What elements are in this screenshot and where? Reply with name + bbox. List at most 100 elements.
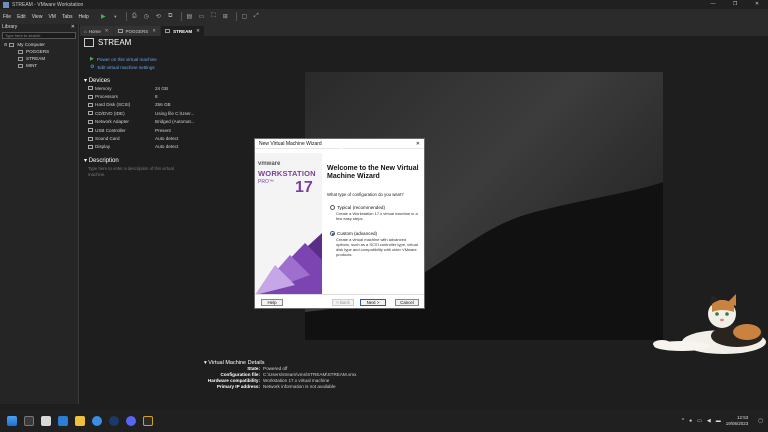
option-typical[interactable]: Typical (recommended) Create a Workstati… [330, 205, 420, 221]
menu-help[interactable]: Help [79, 14, 89, 20]
store-icon[interactable] [58, 416, 68, 426]
tab-close-icon[interactable]: ✕ [152, 28, 156, 34]
back-button[interactable]: < Back [332, 299, 354, 306]
device-name: Hard Disk (SCSI) [95, 102, 131, 108]
tree-item-poggers[interactable]: POGGERS [0, 48, 78, 55]
device-processors[interactable]: Processors 8 [82, 92, 200, 100]
display-icon [88, 144, 93, 149]
windows-start-icon[interactable] [7, 416, 17, 426]
power-on-link[interactable]: ▶ Power on this virtual machine [82, 55, 200, 63]
network-icon[interactable]: ▭ [697, 418, 702, 424]
device-value: Using file C:\User... [155, 110, 195, 116]
devices-header[interactable]: ▾ Devices [82, 77, 200, 84]
stretch-guest-icon[interactable]: ⤢ [252, 12, 261, 21]
search-icon[interactable] [24, 416, 34, 426]
vm-summary-pane: ▶ Power on this virtual machine ⚙ Edit v… [82, 55, 200, 177]
description-header[interactable]: ▾ Description [82, 157, 200, 164]
close-button[interactable]: ✕ [746, 0, 768, 9]
product-version: 17 [295, 179, 313, 196]
dialog-title: New Virtual Machine Wizard [259, 140, 322, 147]
device-value: 24 GB [155, 85, 169, 91]
library-close-icon[interactable]: ✕ [71, 24, 75, 31]
library-title: Library [2, 24, 18, 30]
discord-icon[interactable] [126, 416, 136, 426]
thumbnail-bar-icon[interactable]: ▭ [197, 12, 206, 21]
device-network[interactable]: Network Adapter Bridged (Automat... [82, 118, 200, 126]
clock-date: 19/06/2023 [725, 421, 749, 426]
show-library-icon[interactable]: ▤ [185, 12, 194, 21]
tab-close-icon[interactable]: ✕ [196, 28, 200, 34]
snapshot-manager-icon[interactable]: ⧉ [166, 12, 175, 21]
taskbar: ^ ● ▭ ◀ ▬ 12:53 19/06/2023 ▢ [0, 410, 768, 432]
chevron-down-icon[interactable]: ▼ [111, 12, 120, 21]
vmware-taskbar-icon[interactable] [143, 416, 153, 426]
snapshot-icon[interactable]: ◷ [142, 12, 151, 21]
device-cd-dvd[interactable]: CD/DVD (IDE) Using file C:\User... [82, 109, 200, 117]
notifications-icon[interactable]: ▢ [758, 418, 763, 424]
battery-icon[interactable]: ▬ [716, 418, 721, 424]
edit-settings-link[interactable]: ⚙ Edit virtual machine settings [82, 63, 200, 71]
menu-file[interactable]: File [3, 14, 11, 20]
menu-view[interactable]: View [32, 14, 43, 20]
clock[interactable]: 12:53 19/06/2023 [726, 415, 749, 427]
collapse-icon[interactable]: ⊟ [4, 42, 7, 47]
device-name: Processors [95, 94, 118, 100]
device-memory[interactable]: Memory 24 GB [82, 84, 200, 92]
menu-vm[interactable]: VM [48, 14, 56, 20]
unity-icon[interactable]: ⊞ [221, 12, 230, 21]
device-value: 8 [155, 94, 158, 100]
menu-tabs[interactable]: Tabs [62, 14, 73, 20]
browser-icon[interactable] [92, 416, 102, 426]
tab-close-icon[interactable]: ✕ [105, 28, 109, 34]
device-hard-disk[interactable]: Hard Disk (SCSI) 256 GB [82, 101, 200, 109]
cancel-button[interactable]: Cancel [395, 299, 419, 306]
tab-poggers[interactable]: POGGERS ✕ [113, 26, 161, 36]
dialog-close-icon[interactable]: ✕ [416, 141, 420, 147]
title-bar: STREAM - VMware Workstation — ❐ ✕ [0, 0, 768, 9]
full-screen-icon[interactable]: ⛶ [209, 12, 218, 21]
memory-icon [88, 86, 93, 91]
description-field[interactable]: Type here to enter a description of this… [82, 166, 182, 177]
detail-row: Primary IP address: Network information i… [204, 384, 664, 390]
tree-item-label: STREAM [26, 56, 46, 61]
show-hidden-icons-icon[interactable]: ^ [682, 418, 684, 424]
vmware-app-icon [3, 1, 9, 8]
help-button[interactable]: Help [261, 299, 283, 306]
device-display[interactable]: Display Auto detect [82, 143, 200, 151]
file-explorer-icon[interactable] [75, 416, 85, 426]
cat-webcam-overlay [653, 294, 766, 354]
send-ctrl-alt-del-icon[interactable]: ⎙ [130, 12, 139, 21]
next-button[interactable]: Next > [360, 299, 386, 306]
tree-item-stream[interactable]: STREAM [0, 55, 78, 62]
device-sound[interactable]: Sound Card Auto detect [82, 134, 200, 142]
option-custom[interactable]: Custom (advanced) Create a virtual machi… [330, 231, 420, 257]
library-search-input[interactable]: Type here to search [2, 32, 76, 39]
banner-graphic [255, 233, 322, 295]
microphone-icon[interactable]: ● [689, 418, 692, 424]
menu-edit[interactable]: Edit [17, 14, 26, 20]
radio-custom[interactable] [330, 231, 335, 236]
revert-snapshot-icon[interactable]: ⟲ [154, 12, 163, 21]
console-view-icon[interactable]: ▢ [240, 12, 249, 21]
tree-item-mint[interactable]: MINT [0, 62, 78, 69]
device-usb[interactable]: USB Controller Present [82, 126, 200, 134]
tab-stream[interactable]: STREAM ✕ [161, 26, 204, 36]
vm-icon [165, 29, 171, 33]
volume-icon[interactable]: ◀ [707, 418, 711, 424]
steam-icon[interactable] [109, 416, 119, 426]
system-tray: ^ ● ▭ ◀ ▬ 12:53 19/06/2023 ▢ [682, 410, 768, 432]
maximize-button[interactable]: ❐ [724, 0, 746, 9]
minimize-button[interactable]: — [702, 0, 724, 9]
toolbar-divider [180, 12, 182, 21]
power-on-icon[interactable]: ▶ [99, 12, 108, 21]
tree-item-my-computer[interactable]: ⊟ My Computer [0, 41, 78, 48]
wizard-heading: Welcome to the New Virtual Machine Wizar… [327, 165, 419, 180]
hard-disk-icon [88, 102, 93, 107]
window-title: STREAM - VMware Workstation [12, 1, 84, 8]
radio-typical[interactable] [330, 205, 335, 210]
tab-label: POGGERS [125, 28, 149, 34]
task-view-icon[interactable] [41, 416, 51, 426]
section-title: Devices [88, 78, 111, 84]
section-title: Description [88, 158, 119, 165]
tab-home[interactable]: ⌂ Home ✕ [80, 26, 113, 36]
